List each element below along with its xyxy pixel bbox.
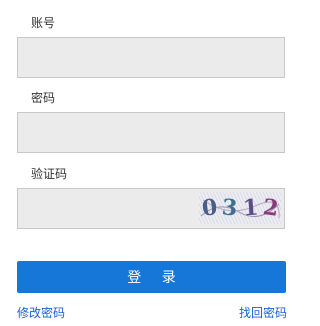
account-input[interactable] (17, 37, 285, 78)
captcha-image[interactable]: 0 3 1 2 (199, 192, 281, 224)
login-button[interactable]: 登 录 (17, 261, 286, 293)
password-label: 密码 (31, 91, 56, 105)
captcha-label: 验证码 (31, 167, 68, 181)
account-label: 账号 (31, 16, 56, 30)
password-input[interactable] (17, 112, 285, 153)
change-password-link[interactable]: 修改密码 (17, 305, 65, 321)
captcha-char: 0 (200, 194, 219, 222)
captcha-char: 3 (221, 194, 239, 222)
captcha-char: 1 (241, 194, 259, 222)
captcha-char: 2 (261, 194, 280, 222)
find-password-link[interactable]: 找回密码 (239, 305, 287, 321)
